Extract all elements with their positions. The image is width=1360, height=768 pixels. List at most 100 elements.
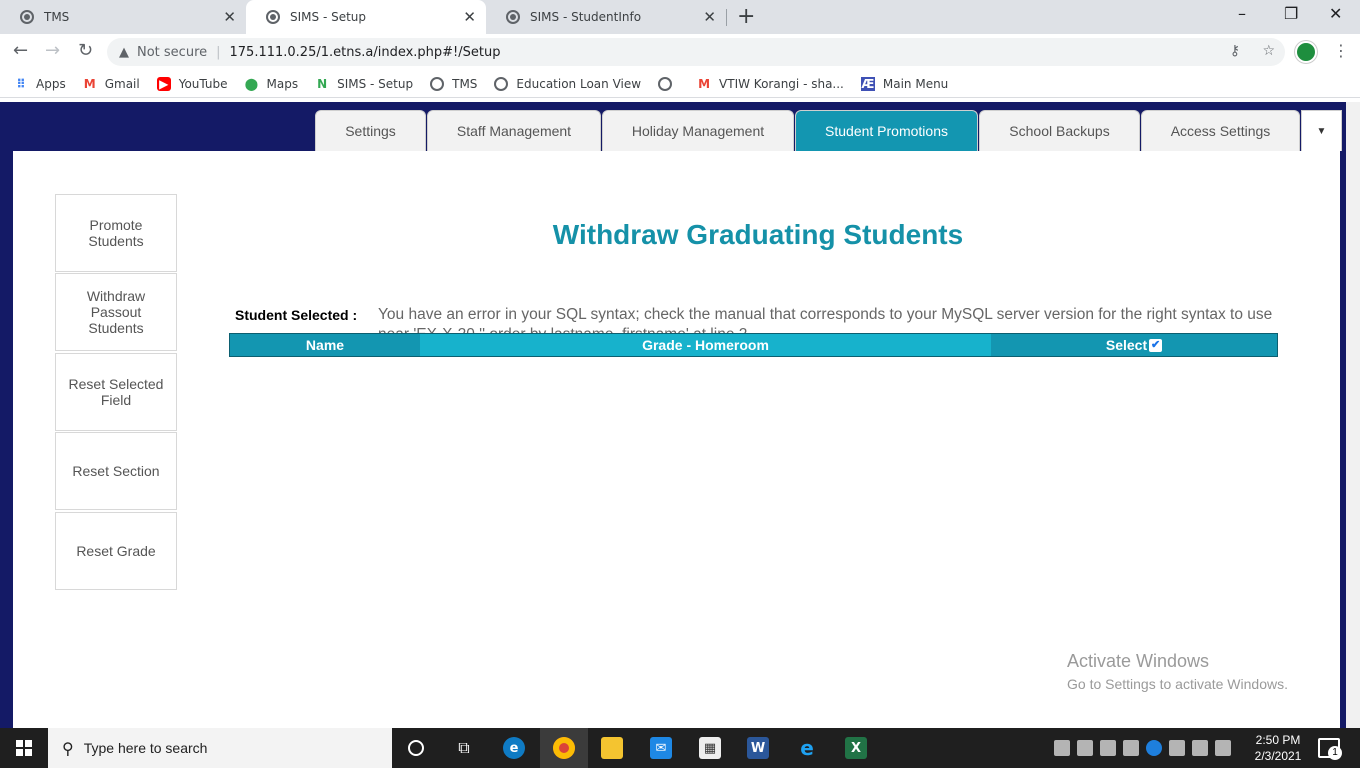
apps-grid-icon: ⠿ — [16, 76, 26, 91]
browser-tab-strip: TMS ✕ SIMS - Setup ✕ SIMS - StudentInfo … — [0, 0, 1360, 34]
reset-section-button[interactable]: Reset Section — [55, 432, 177, 510]
column-header-select: Select ✔ — [991, 334, 1277, 356]
excel-taskbar-button[interactable]: X — [832, 728, 880, 768]
address-bar[interactable]: ▲ Not secure | 175.111.0.25/1.etns.a/ind… — [107, 38, 1285, 66]
browser-tab-sims-studentinfo[interactable]: SIMS - StudentInfo ✕ — [486, 0, 726, 34]
reload-icon[interactable]: ↻ — [78, 40, 93, 61]
tab-student-promotions[interactable]: Student Promotions — [795, 110, 978, 151]
bluetooth-icon[interactable] — [1146, 740, 1162, 756]
bookmark-sims-setup[interactable]: N SIMS - Setup — [315, 77, 413, 91]
chrome-icon — [553, 737, 575, 759]
warning-triangle-icon: ▲ — [119, 44, 129, 60]
word-taskbar-button[interactable]: W — [734, 728, 782, 768]
tab-title: SIMS - StudentInfo — [530, 10, 642, 24]
input-language-icon[interactable] — [1169, 740, 1185, 756]
security-shield-icon[interactable] — [1054, 740, 1070, 756]
tab-title: TMS — [44, 10, 70, 24]
bookmark-untitled[interactable] — [658, 76, 680, 91]
close-icon[interactable]: ✕ — [703, 8, 716, 26]
bookmark-main-menu[interactable]: Æ Main Menu — [860, 76, 949, 91]
column-header-name[interactable]: Name — [230, 334, 420, 356]
new-tab-button[interactable]: + — [737, 4, 755, 29]
windows-logo-icon — [16, 740, 32, 756]
minimize-button[interactable]: – — [1238, 4, 1246, 23]
task-view-button[interactable]: ⧉ — [440, 728, 488, 768]
browser-tab-tms[interactable]: TMS ✕ — [0, 0, 246, 34]
file-explorer-taskbar-button[interactable] — [588, 728, 636, 768]
reset-grade-button[interactable]: Reset Grade — [55, 512, 177, 590]
tab-title: SIMS - Setup — [290, 10, 367, 24]
bookmark-label: VTIW Korangi - sha... — [719, 76, 844, 91]
mail-icon: ✉ — [650, 737, 672, 759]
star-icon[interactable]: ☆ — [1262, 43, 1275, 59]
tab-divider — [726, 9, 727, 26]
bookmark-vtiw-korangi[interactable]: M VTIW Korangi - sha... — [697, 77, 844, 91]
browser-tab-sims-setup[interactable]: SIMS - Setup ✕ — [246, 0, 486, 34]
volume-icon[interactable] — [1192, 740, 1208, 756]
store-taskbar-button[interactable]: ▦ — [686, 728, 734, 768]
tabs-dropdown-button[interactable]: ▼ — [1301, 110, 1342, 151]
tab-access-settings[interactable]: Access Settings — [1141, 110, 1300, 151]
network-app-icon[interactable] — [1077, 740, 1093, 756]
maps-pin-icon: ⬤ — [244, 76, 259, 91]
withdraw-passout-students-button[interactable]: Withdraw Passout Students — [55, 273, 177, 351]
ie-taskbar-button[interactable]: e — [783, 728, 831, 768]
bookmark-label: Main Menu — [882, 76, 949, 91]
bookmark-apps[interactable]: ⠿ Apps — [14, 76, 65, 91]
main-content: Promote Students Withdraw Passout Studen… — [13, 151, 1340, 728]
monitor-icon[interactable] — [1100, 740, 1116, 756]
gmail-icon: M — [698, 76, 711, 91]
restore-button[interactable]: ❐ — [1284, 4, 1298, 23]
edge-taskbar-button[interactable]: e — [490, 728, 538, 768]
bookmark-education-loan-view[interactable]: Education Loan View — [494, 76, 641, 91]
plug-icon[interactable] — [1123, 740, 1139, 756]
forward-arrow-icon[interactable]: → — [45, 40, 60, 61]
youtube-icon: ▶ — [156, 76, 171, 91]
setup-nav-tabs: Settings Staff Management Holiday Manage… — [315, 110, 1342, 151]
page-scrollbar[interactable] — [1346, 102, 1360, 728]
caret-down-icon: ▼ — [1316, 125, 1327, 137]
bookmark-tms[interactable]: TMS — [430, 76, 478, 91]
tab-school-backups[interactable]: School Backups — [979, 110, 1140, 151]
chrome-taskbar-button[interactable] — [540, 728, 588, 768]
promote-students-button[interactable]: Promote Students — [55, 194, 177, 272]
security-indicator[interactable]: Not secure — [137, 45, 207, 60]
mail-taskbar-button[interactable]: ✉ — [637, 728, 685, 768]
reset-selected-field-button[interactable]: Reset Selected Field — [55, 353, 177, 431]
column-header-grade-homeroom[interactable]: Grade - Homeroom — [420, 334, 991, 356]
more-menu-icon[interactable]: ⋮ — [1333, 41, 1349, 60]
omnibox-actions: ⚷ ☆ — [1230, 43, 1275, 59]
select-label: Select — [1105, 337, 1148, 353]
bookmark-maps[interactable]: ⬤ Maps — [244, 76, 298, 91]
bookmark-label: YouTube — [178, 76, 228, 91]
back-arrow-icon[interactable]: ← — [13, 40, 28, 61]
bookmark-label: TMS — [452, 76, 478, 91]
globe-icon — [20, 10, 34, 24]
cortana-icon — [408, 740, 424, 756]
edge-icon: e — [503, 737, 525, 759]
tab-staff-management[interactable]: Staff Management — [427, 110, 601, 151]
close-icon[interactable]: ✕ — [223, 8, 236, 26]
watermark-subtitle: Go to Settings to activate Windows. — [1067, 676, 1288, 692]
bookmark-youtube[interactable]: ▶ YouTube — [156, 76, 228, 91]
taskbar-clock[interactable]: 2:50 PM 2/3/2021 — [1248, 732, 1308, 764]
taskbar-search-box[interactable]: ⚲ Type here to search — [48, 728, 392, 768]
profile-avatar[interactable] — [1295, 41, 1317, 63]
globe-icon — [658, 76, 673, 91]
close-window-button[interactable]: ✕ — [1329, 4, 1342, 23]
tab-holiday-management[interactable]: Holiday Management — [602, 110, 794, 151]
student-selected-label: Student Selected : — [235, 307, 358, 323]
bookmark-gmail[interactable]: M Gmail — [83, 77, 140, 91]
wifi-icon[interactable] — [1215, 740, 1231, 756]
key-icon[interactable]: ⚷ — [1230, 43, 1240, 59]
cortana-button[interactable] — [392, 728, 440, 768]
sims-logo-icon: N — [317, 76, 328, 91]
url-text[interactable]: 175.111.0.25/1.etns.a/index.php#!/Setup — [230, 45, 501, 60]
select-all-checkbox[interactable]: ✔ — [1149, 338, 1163, 352]
internet-explorer-icon: e — [800, 736, 814, 760]
globe-icon — [506, 10, 520, 24]
start-button[interactable] — [0, 728, 48, 768]
tab-settings[interactable]: Settings — [315, 110, 426, 151]
page-title: Withdraw Graduating Students — [552, 219, 964, 250]
close-icon[interactable]: ✕ — [463, 8, 476, 26]
